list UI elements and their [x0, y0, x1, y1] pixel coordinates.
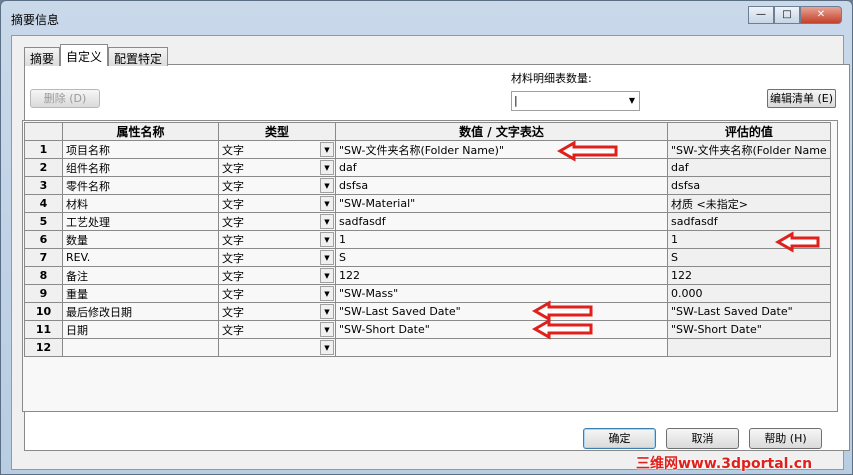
red-arrow-icon — [531, 318, 593, 340]
red-arrow-icon — [774, 231, 820, 253]
ok-button[interactable]: 确定 — [583, 428, 656, 449]
watermark: 三维网www.3dportal.cn — [636, 456, 813, 472]
annotation-arrows — [531, 140, 820, 340]
help-button[interactable]: 帮助 (H) — [749, 428, 822, 449]
red-arrow-icon — [556, 140, 618, 162]
cancel-button[interactable]: 取消 — [666, 428, 739, 449]
red-arrow-icon — [531, 300, 593, 322]
